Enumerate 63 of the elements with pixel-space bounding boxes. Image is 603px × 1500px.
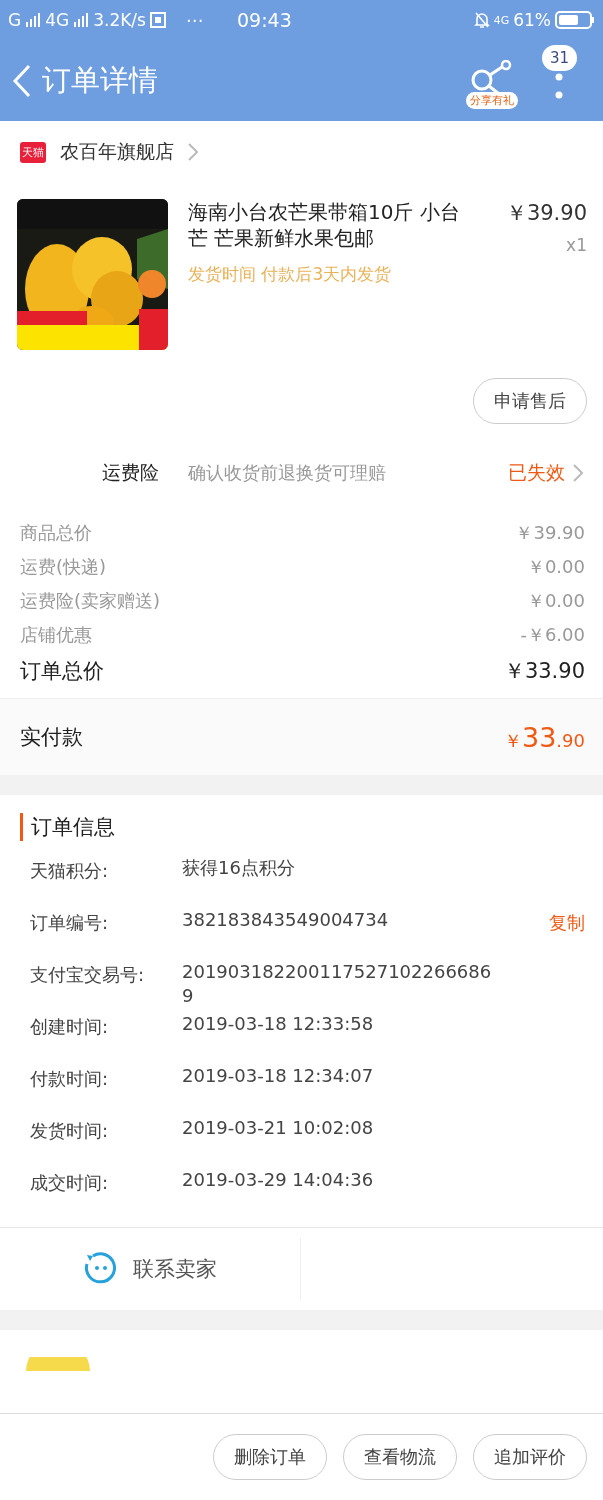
fee-label: 运费险(卖家赠送) (20, 589, 161, 613)
info-label: 成交时间: (30, 1171, 110, 1195)
message-count-badge: 31 (541, 44, 577, 71)
info-value: 2019-03-29 14:04:36 (182, 1168, 375, 1192)
fee-amount: ￥0.00 (526, 589, 585, 613)
notification-icon (149, 12, 166, 28)
fee-amount: ￥39.90 (515, 521, 585, 545)
info-value: 2019031822001175271022666869 (182, 960, 493, 1008)
contact-seller-button[interactable]: 联系卖家 (0, 1238, 301, 1300)
more-text: ⋯ (185, 10, 203, 30)
paid-amount: ￥33.90 (504, 721, 585, 753)
coin-icon (26, 1357, 90, 1371)
info-value: 2019-03-18 12:34:07 (182, 1064, 375, 1088)
section-title: 订单信息 (20, 813, 585, 841)
tmall-badge: 天猫 (20, 141, 46, 163)
network-label: 4G (493, 13, 510, 27)
fee-label: 商品总价 (20, 521, 92, 545)
info-value: 2019-03-21 10:02:08 (182, 1116, 375, 1140)
info-value: 2019-03-18 12:33:58 (182, 1012, 375, 1036)
copy-link[interactable]: 复制 (549, 911, 585, 935)
insurance-description: 确认收货前退换货可理赔 (188, 461, 387, 485)
info-label: 天猫积分: (30, 859, 110, 883)
fee-amount: -￥6.00 (520, 623, 585, 647)
chevron-right-icon[interactable] (188, 143, 198, 161)
info-label: 订单编号: (30, 911, 110, 935)
speed-text: 3.2K/s (93, 10, 146, 30)
insurance-status: 已失效 (508, 460, 565, 485)
info-value: 382183843549004734 (182, 908, 390, 932)
more-icon[interactable] (555, 72, 564, 101)
clock: 09:43 (236, 9, 292, 31)
quantity-text: x1 (566, 235, 587, 255)
chat-icon (83, 1252, 117, 1286)
muted-bell-icon (473, 11, 490, 29)
after-sale-button[interactable]: 申请售后 (473, 378, 587, 424)
fee-label: 订单总价 (20, 658, 104, 685)
info-label: 支付宝交易号: (30, 963, 146, 987)
back-icon[interactable] (12, 63, 32, 98)
fee-amount: ￥33.90 (503, 658, 585, 685)
shipping-time-text: 发货时间 付款后3天内发货 (188, 263, 393, 286)
network-label: G (8, 10, 22, 30)
info-label: 付款时间: (30, 1067, 110, 1091)
page-title: 订单详情 (42, 61, 158, 99)
fee-amount: ￥0.00 (526, 555, 585, 579)
paid-label: 实付款 (20, 724, 83, 751)
insurance-label: 运费险 (102, 460, 160, 485)
fee-label: 运费(快递) (20, 555, 107, 579)
action-button[interactable]: 查看物流 (343, 1434, 457, 1480)
info-value: 获得16点积分 (182, 856, 296, 880)
chevron-right-icon[interactable] (573, 464, 583, 482)
info-label: 发货时间: (30, 1119, 110, 1143)
signal-icon (25, 13, 42, 27)
action-button[interactable]: 删除订单 (213, 1434, 327, 1480)
action-button[interactable]: 追加评价 (473, 1434, 587, 1480)
fee-label: 店铺优惠 (20, 623, 92, 647)
battery-text: 61% (513, 10, 551, 30)
share-reward-tag[interactable]: 分享有礼 (465, 92, 518, 109)
network-label: 4G (45, 10, 70, 30)
info-label: 创建时间: (30, 1015, 110, 1039)
shop-name-link[interactable]: 农百年旗舰店 (60, 139, 174, 165)
signal-icon (73, 13, 90, 27)
product-price: ￥39.90 (505, 200, 587, 227)
battery-icon (555, 11, 595, 29)
product-title[interactable]: 海南小台农芒果带箱10斤 小台芒 芒果新鲜水果包邮 (188, 199, 468, 251)
